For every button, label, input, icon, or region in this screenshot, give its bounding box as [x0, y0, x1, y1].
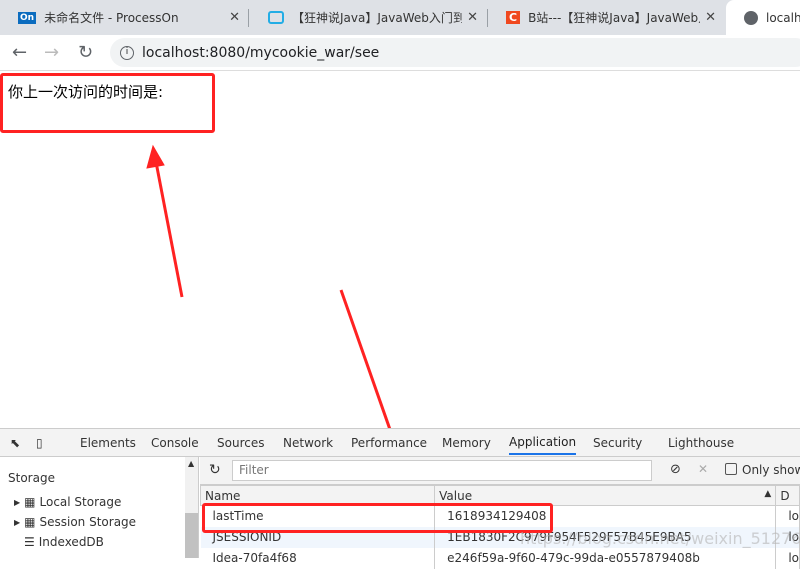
device-toggle-icon[interactable]: ▯ [36, 436, 43, 450]
tab-memory[interactable]: Memory [442, 436, 491, 450]
sidebar-scrollbar[interactable]: ▲ [185, 457, 198, 558]
tab-sources[interactable]: Sources [217, 436, 264, 450]
grid-icon: ▦ [24, 495, 36, 509]
tab-elements[interactable]: Elements [80, 436, 136, 450]
tab-network[interactable]: Network [283, 436, 333, 450]
devtools-panel: ⬉ ▯ Elements Console Sources Network Per… [0, 428, 800, 569]
cookie-toolbar: ↻ Filter ⊘ ✕ Only show [200, 457, 800, 485]
application-sidebar: Storage ▶ ▦ Local Storage ▶ ▦ Session Storag… [0, 457, 199, 558]
table-cell: e246f59a-9f60-479c-99da-e0557879408b [434, 547, 777, 569]
tab-application[interactable]: Application [509, 435, 577, 455]
delete-icon[interactable]: ✕ [698, 462, 708, 476]
table-cell: lo [775, 547, 800, 569]
table-cell: Idea-70fa4f68 [200, 547, 436, 569]
sidebar-item-local-storage[interactable]: ▶ ▦ Local Storage [14, 495, 121, 509]
tab-security[interactable]: Security [593, 436, 642, 450]
storage-heading: Storage [8, 471, 55, 485]
inspect-icon[interactable]: ⬉ [10, 436, 20, 450]
sidebar-item-session-storage[interactable]: ▶ ▦ Session Storage [14, 515, 136, 529]
filter-input[interactable]: Filter [232, 460, 652, 481]
tab-console[interactable]: Console [151, 436, 199, 450]
only-show-checkbox[interactable] [725, 463, 737, 475]
table-cell: lo [775, 505, 800, 527]
annotation-box [202, 503, 553, 533]
devtools-tabbar: ⬉ ▯ Elements Console Sources Network Per… [0, 429, 800, 457]
arrow-up [146, 144, 184, 298]
grid-icon: ▦ [24, 515, 36, 529]
sidebar-item-indexeddb[interactable]: ☰ IndexedDB [24, 535, 104, 549]
table-row[interactable]: Idea-70fa4f68 e246f59a-9f60-479c-99da-e05… [200, 547, 800, 569]
clear-all-icon[interactable]: ⊘ [670, 462, 681, 477]
database-icon: ☰ [24, 535, 35, 549]
refresh-icon[interactable]: ↻ [209, 462, 221, 478]
watermark: https://blog.csdn.net/weixin_51276056 [520, 529, 800, 548]
tab-lighthouse[interactable]: Lighthouse [668, 436, 734, 450]
tab-performance[interactable]: Performance [351, 436, 427, 450]
sort-asc-icon: ▲ [764, 488, 772, 499]
